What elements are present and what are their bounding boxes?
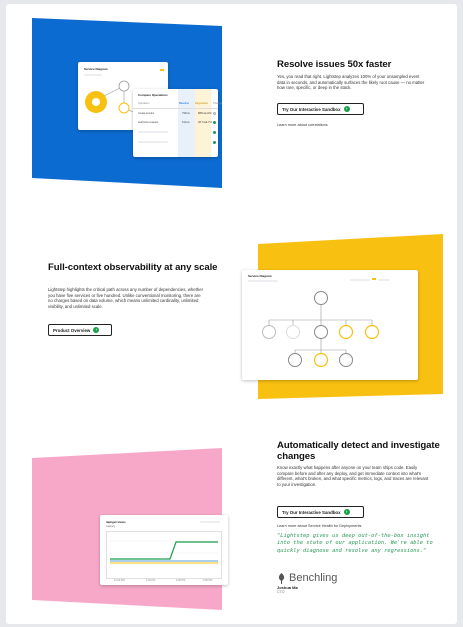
chart-title: /api/get-views (106, 520, 126, 524)
section2-body: Lightstep highlights the critical path a… (48, 287, 204, 309)
arrow-right-circle-icon: › (343, 106, 350, 112)
compare-header-operation: Operation (138, 102, 150, 105)
section3-body: Know exactly what happens after anyone o… (277, 465, 429, 487)
arrow-right-circle-icon: › (343, 509, 350, 515)
brand-logo: Benchling (277, 572, 337, 584)
correlations-link[interactable]: Learn more about correlations (277, 123, 328, 127)
compare-row-baseline: 611ms (182, 121, 190, 124)
brand-name: Benchling (289, 572, 338, 584)
latency-chart-card: /api/get-views Latency 12:00 PM 1:00 PM … (100, 515, 228, 585)
page: Service Diagram Compare Operations Opera… (6, 4, 457, 624)
chart-subtitle: Latency (106, 525, 116, 528)
compare-header-regression: Regression (195, 102, 209, 105)
service-diagram-tree (262, 291, 380, 368)
compare-header-baseline: Baseline (179, 102, 189, 105)
section1-body: Yes, you read that right. Lightstep anal… (277, 74, 425, 91)
compare-row-change: -2.7% (205, 121, 212, 124)
compare-row-change: +14% (205, 112, 212, 115)
try-sandbox-button[interactable]: Try Our Interactive Sandbox › (277, 103, 364, 115)
try-sandbox-button[interactable]: Try Our Interactive Sandbox › (277, 506, 364, 518)
customer-quote: "Lightstep gives us deep out-of-the-box … (277, 533, 433, 554)
compare-row-operation: create-invoice (138, 112, 155, 115)
person-title: CTO (277, 590, 285, 594)
try-sandbox-button-label: Try Our Interactive Sandbox (282, 106, 341, 112)
section2-title: Full-context observability at any scale (48, 262, 218, 273)
product-overview-button[interactable]: Product Overview › (48, 324, 112, 336)
compare-row-operation: authorize-request (138, 121, 159, 124)
x-tick-label: 12:00 PM (114, 579, 125, 582)
arrow-right-circle-icon: › (93, 327, 100, 333)
x-tick-label: 2:00 PM (176, 579, 186, 582)
latency-chart-lines (110, 540, 218, 566)
benchling-feather-icon (278, 572, 285, 584)
x-tick-label: 3:00 PM (203, 579, 213, 582)
x-tick-label: 1:00 PM (146, 579, 156, 582)
compare-row-baseline: 790ms (182, 112, 190, 115)
compare-operations-card: Compare Operations Operation Baseline Re… (133, 89, 222, 157)
compare-title: Compare Operations (138, 93, 168, 97)
service-diagram-card-large: Service Diagram (242, 270, 418, 380)
compare-header-change: Change (213, 102, 223, 105)
try-sandbox-button-label: Try Our Interactive Sandbox (282, 509, 341, 515)
section3-title: Automatically detect and investigate cha… (277, 440, 440, 462)
section1-title: Resolve issues 50x faster (277, 59, 392, 70)
service-health-link[interactable]: Learn more about Service Health for Depl… (277, 524, 361, 528)
product-overview-button-label: Product Overview (53, 327, 91, 333)
